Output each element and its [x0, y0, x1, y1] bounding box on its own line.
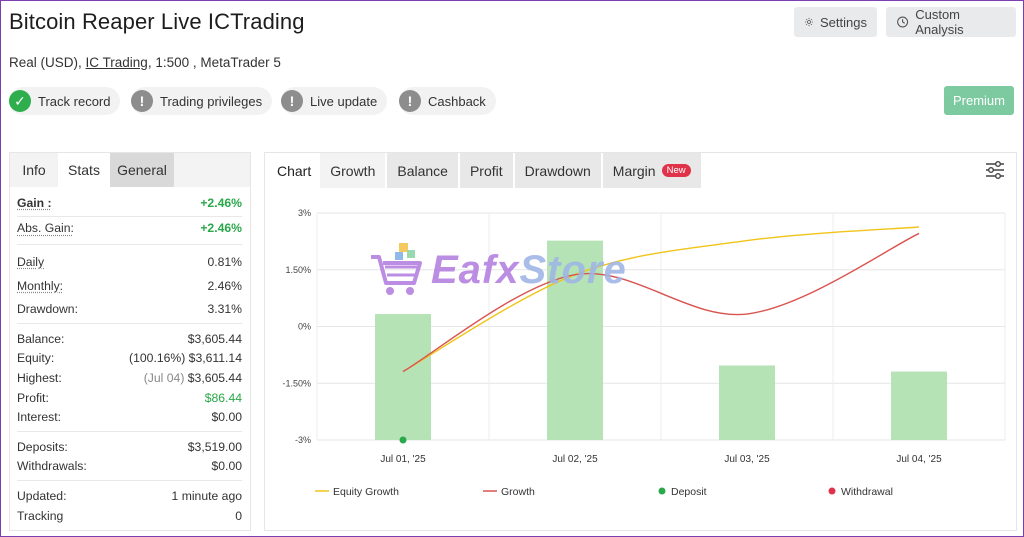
growth-bar[interactable] — [891, 371, 947, 440]
new-badge: New — [661, 164, 691, 177]
x-tick-label: Jul 04, '25 — [896, 454, 942, 465]
chart-tabs: Chart Growth Balance Profit Drawdown Mar… — [265, 153, 1016, 188]
settings-label: Settings — [820, 14, 867, 30]
stat-monthly: Monthly: 2.46% — [17, 278, 242, 293]
legend-marker — [658, 487, 666, 495]
stat-equity: Equity: (100.16%) $3,611.14 — [17, 351, 242, 366]
page-title: Bitcoin Reaper Live ICTrading — [9, 9, 305, 34]
legend-label[interactable]: Withdrawal — [841, 486, 893, 498]
tab-growth[interactable]: Growth — [320, 153, 386, 188]
stats-tabs: Info Stats General — [10, 153, 250, 187]
filter-settings-icon[interactable] — [984, 160, 1006, 180]
stat-balance: Balance: $3,605.44 — [17, 331, 242, 346]
x-tick-label: Jul 02, '25 — [552, 454, 598, 465]
stat-deposits: Deposits: $3,519.00 — [17, 439, 242, 454]
broker-link[interactable]: IC Trading — [86, 55, 148, 70]
x-tick-label: Jul 01, '25 — [380, 454, 426, 465]
badge-label: Trading privileges — [160, 93, 263, 109]
leverage-platform: , 1:500 , MetaTrader 5 — [147, 55, 281, 70]
tab-margin[interactable]: Margin New — [602, 153, 701, 188]
chart-panel: Chart Growth Balance Profit Drawdown Mar… — [264, 152, 1017, 531]
legend-label[interactable]: Growth — [501, 486, 535, 498]
legend-marker — [828, 487, 836, 495]
custom-analysis-label: Custom Analysis — [915, 7, 964, 37]
y-tick-label: 1.50% — [285, 265, 311, 275]
legend-label[interactable]: Equity Growth — [333, 486, 399, 498]
deposit-point[interactable] — [399, 436, 407, 444]
tab-margin-label: Margin — [612, 162, 656, 179]
growth-bar[interactable] — [719, 365, 775, 440]
stat-profit: Profit: $86.44 — [17, 390, 242, 405]
tab-profit[interactable]: Profit — [459, 153, 513, 188]
stat-highest: Highest: (Jul 04) $3,605.44 — [17, 370, 242, 385]
stat-updated: Updated: 1 minute ago — [17, 488, 242, 503]
tab-drawdown[interactable]: Drawdown — [514, 153, 601, 188]
badge-cashback[interactable]: ! Cashback — [399, 87, 496, 115]
stat-abs-gain: Abs. Gain: +2.46% — [17, 221, 242, 236]
badge-label: Live update — [310, 93, 378, 109]
premium-button[interactable]: Premium — [944, 86, 1014, 115]
y-tick-label: -1.50% — [282, 378, 311, 388]
account-info: Real (USD), IC Trading, 1:500 , MetaTrad… — [9, 55, 281, 70]
clock-icon — [897, 16, 909, 28]
stat-daily: Daily 0.81% — [17, 254, 242, 269]
badge-live-update[interactable]: ! Live update — [281, 87, 388, 115]
check-icon: ✓ — [9, 90, 31, 112]
growth-bar[interactable] — [547, 240, 603, 440]
exclamation-icon: ! — [131, 90, 153, 112]
growth-chart: 3% 1.50% 0% -1.50% -3% Jul 01, '25 Jul 02, '25… — [282, 208, 1006, 498]
stat-tracking: Tracking 0 — [17, 508, 242, 523]
y-tick-label: 3% — [298, 208, 311, 218]
y-tick-label: -3% — [295, 435, 311, 445]
y-tick-label: 0% — [298, 322, 311, 332]
exclamation-icon: ! — [281, 90, 303, 112]
legend-label[interactable]: Deposit — [671, 486, 707, 498]
tab-general[interactable]: General — [110, 153, 174, 187]
badge-track-record[interactable]: ✓ Track record — [9, 87, 121, 115]
growth-bar[interactable] — [375, 314, 431, 440]
custom-analysis-button[interactable]: Custom Analysis — [886, 7, 1016, 37]
account-type: Real (USD), — [9, 55, 82, 70]
gear-icon — [804, 17, 814, 27]
tab-stats[interactable]: Stats — [58, 153, 110, 187]
badge-label: Track record — [38, 93, 111, 109]
tab-chart[interactable]: Chart — [265, 153, 321, 188]
badge-trading-privileges[interactable]: ! Trading privileges — [131, 87, 273, 115]
tab-balance[interactable]: Balance — [387, 153, 458, 188]
stat-gain: Gain : +2.46% — [17, 195, 242, 210]
stat-interest: Interest: $0.00 — [17, 410, 242, 425]
x-tick-label: Jul 03, '25 — [724, 454, 770, 465]
settings-button[interactable]: Settings — [794, 7, 877, 37]
stat-drawdown: Drawdown: 3.31% — [17, 302, 242, 317]
stat-withdrawals: Withdrawals: $0.00 — [17, 459, 242, 474]
stats-panel: Info Stats General Gain : +2.46% Abs. Ga… — [9, 152, 251, 531]
badge-label: Cashback — [428, 93, 486, 109]
tab-info[interactable]: Info — [10, 153, 58, 187]
exclamation-icon: ! — [399, 90, 421, 112]
